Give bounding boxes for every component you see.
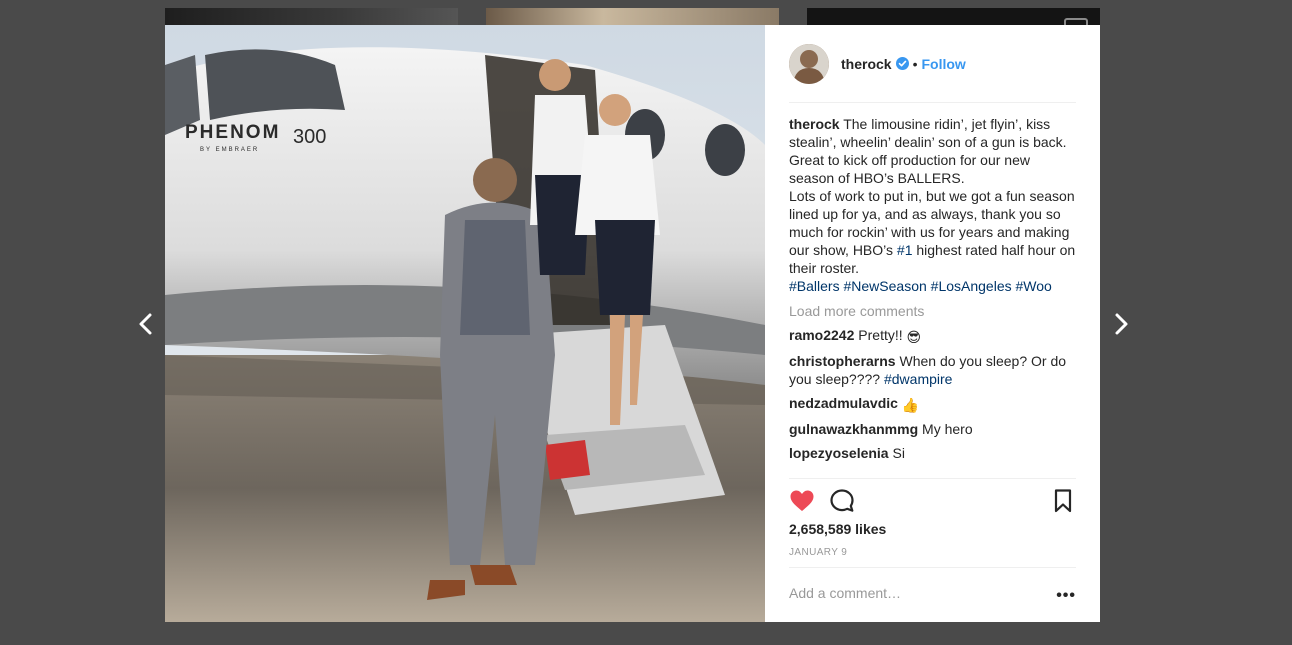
chevron-right-icon (1115, 313, 1128, 335)
verified-badge-icon (895, 57, 909, 70)
post-image: PHENOM 300 BY EMBRAER (165, 25, 765, 622)
comment-button[interactable] (829, 488, 855, 514)
post-header: therock • Follow (789, 25, 1076, 103)
comment-username[interactable]: gulnawazkhanmmg (789, 421, 918, 437)
hashtag-link[interactable]: #LosAngeles (931, 278, 1012, 294)
comment-text: My hero (918, 421, 973, 437)
add-comment-input[interactable] (789, 585, 1039, 601)
likes-count[interactable]: 2,658,589 likes (789, 521, 886, 537)
speech-bubble-icon (830, 489, 854, 512)
chevron-left-icon (139, 313, 152, 335)
comment-item: lopezyoselenia Si (789, 444, 1076, 462)
thumbs-up-emoji-icon: 👍 (901, 397, 920, 413)
comment-username[interactable]: lopezyoselenia (789, 445, 889, 461)
comment-item: christopherarns When do you sleep? Or do… (789, 352, 1076, 388)
comment-text: Pretty!! (854, 327, 907, 343)
comment-username[interactable]: nedzadmulavdic (789, 395, 898, 411)
hashtag-link[interactable]: #Woo (1016, 278, 1052, 294)
sunglasses-emoji-icon: 😎 (906, 329, 922, 345)
comment-username[interactable]: ramo2242 (789, 327, 854, 343)
next-post-button[interactable] (1108, 311, 1134, 337)
avatar-image (789, 43, 829, 84)
post-username[interactable]: therock (841, 56, 892, 72)
comment-item: nedzadmulavdic 👍 (789, 394, 1076, 414)
heart-icon (790, 490, 814, 511)
comments-list: therock The limousine ridin’, jet flyin’… (789, 115, 1076, 468)
follow-button[interactable]: Follow (921, 56, 965, 72)
caption-text: Great to kick off production for our new… (789, 152, 1030, 186)
previous-post-button[interactable] (133, 311, 159, 337)
caption-username[interactable]: therock (789, 116, 840, 132)
save-button[interactable] (1050, 488, 1076, 514)
post-caption: therock The limousine ridin’, jet flyin’… (789, 115, 1076, 295)
post-side-panel: therock • Follow therock The limousine r… (765, 25, 1100, 622)
separator-dot: • (912, 55, 918, 72)
comment-item: ramo2242 Pretty!! 😎 (789, 326, 1076, 346)
hashtag-link[interactable]: #NewSeason (843, 278, 926, 294)
divider (789, 567, 1076, 568)
post-photo[interactable]: PHENOM 300 BY EMBRAER (165, 25, 765, 622)
post-date[interactable]: JANUARY 9 (789, 547, 847, 558)
comment-text: Si (888, 445, 905, 461)
bookmark-icon (1054, 489, 1072, 513)
divider (789, 478, 1076, 479)
comment-item: gulnawazkhanmmg My hero (789, 420, 1076, 438)
hashtag-link[interactable]: #dwampire (884, 371, 952, 387)
load-more-comments-button[interactable]: Load more comments (789, 302, 1076, 320)
jet-sub-text: BY EMBRAER (200, 147, 259, 153)
avatar[interactable] (789, 43, 829, 84)
more-options-icon[interactable]: ••• (1056, 587, 1076, 605)
comment-username[interactable]: christopherarns (789, 353, 896, 369)
jet-model-text: 300 (293, 126, 326, 148)
jet-brand-text: PHENOM (185, 122, 280, 143)
like-button[interactable] (789, 488, 815, 514)
post-modal: PHENOM 300 BY EMBRAER therock • Follow t… (165, 25, 1100, 622)
hashtag-link[interactable]: #Ballers (789, 278, 840, 294)
hashtag-link[interactable]: #1 (897, 242, 913, 258)
